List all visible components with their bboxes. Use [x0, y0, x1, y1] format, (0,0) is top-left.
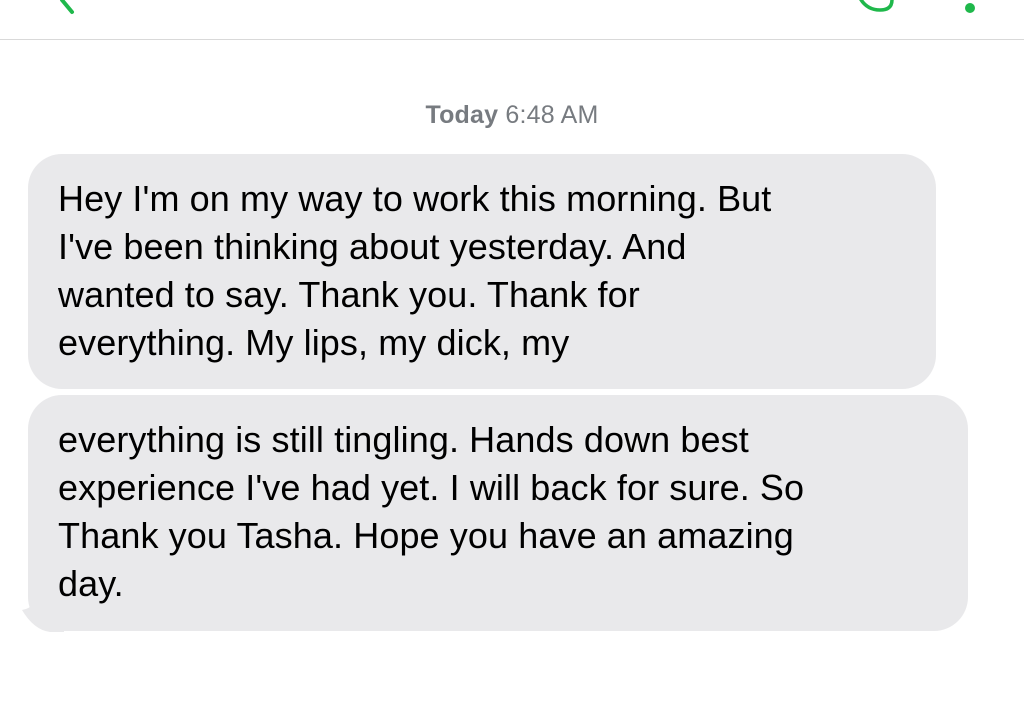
- more-dots-icon[interactable]: [965, 3, 975, 13]
- timestamp-day: Today: [425, 101, 499, 129]
- message-bubble-received[interactable]: Hey I'm on my way to work this morning. …: [28, 154, 936, 389]
- chevron-left-icon[interactable]: [50, 0, 80, 16]
- messages-screen: Today 6:48 AM Hey I'm on my way to work …: [0, 0, 1024, 719]
- video-call-icon[interactable]: [846, 0, 906, 14]
- conversation-nav-bar: [0, 0, 1024, 40]
- message-bubble-received[interactable]: everything is still tingling. Hands down…: [28, 395, 968, 631]
- message-timestamp: Today 6:48 AM: [0, 101, 1024, 130]
- timestamp-time: 6:48 AM: [505, 101, 599, 129]
